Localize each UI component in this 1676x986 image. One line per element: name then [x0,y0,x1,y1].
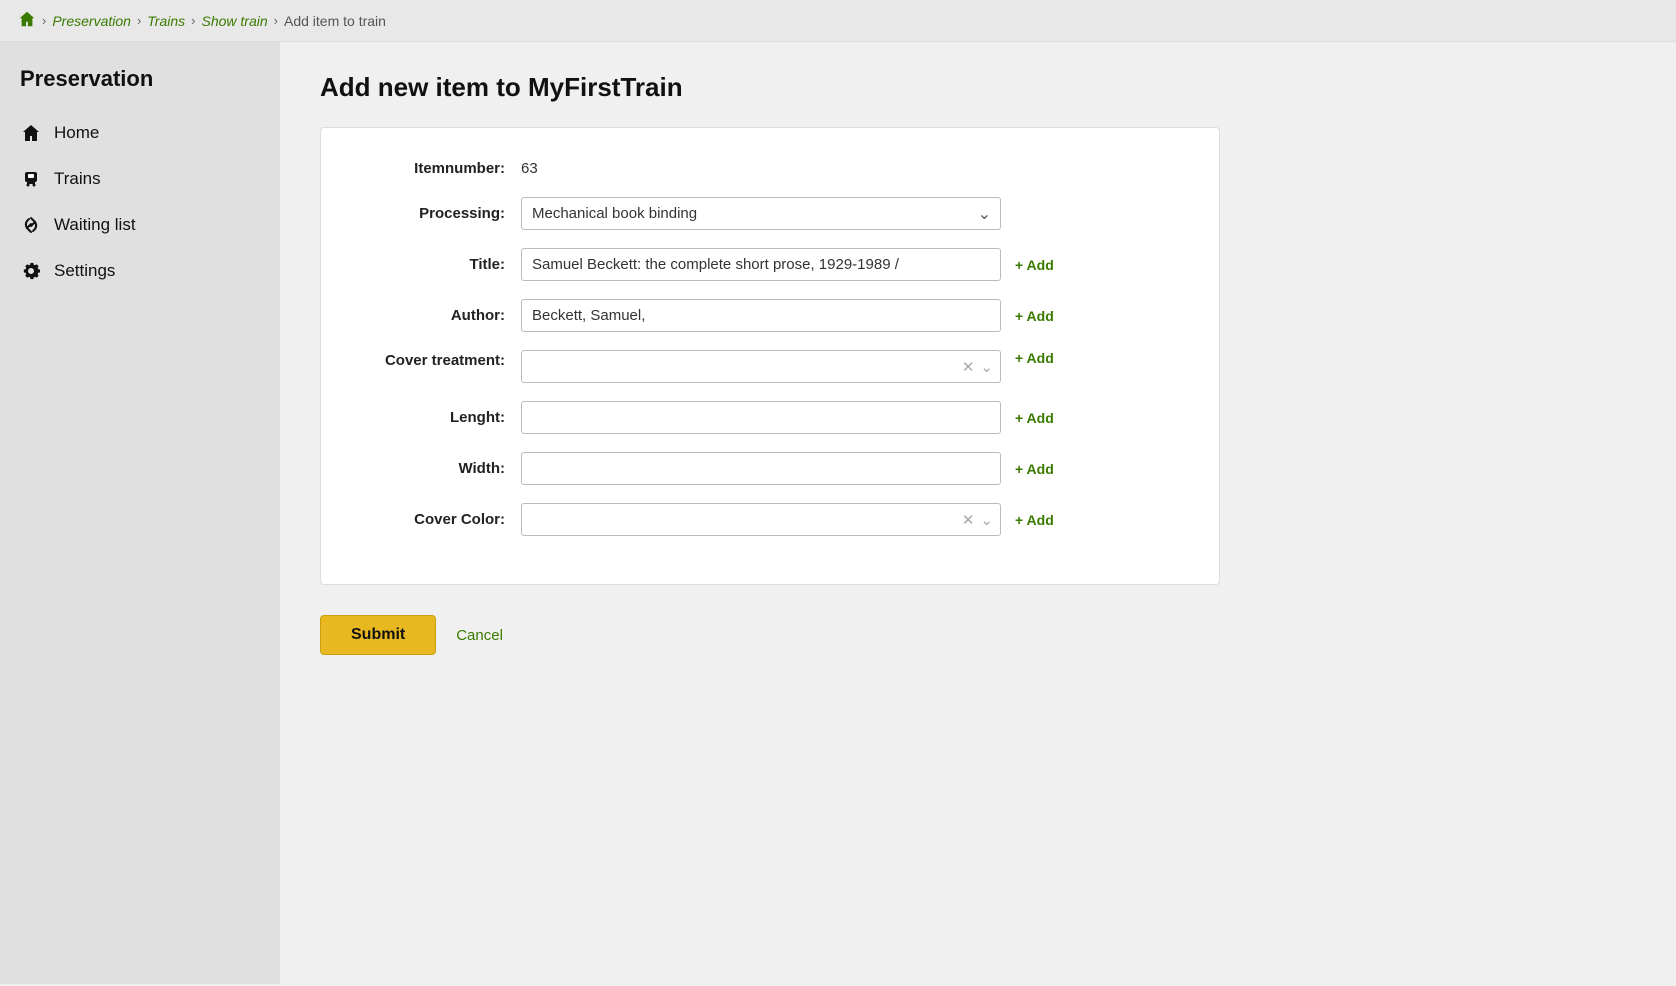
itemnumber-label: Itemnumber: [361,158,521,179]
cover-treatment-label: Cover treatment: [361,350,521,371]
page-title: Add new item to MyFirstTrain [320,72,1636,103]
title-row: Title: + Add [361,248,1179,281]
cancel-button[interactable]: Cancel [456,623,503,648]
processing-select[interactable]: Mechanical book binding Hand binding Dig… [521,197,1001,230]
author-label: Author: [361,305,521,326]
length-label: Lenght: [361,407,521,428]
title-input[interactable] [521,248,1001,281]
itemnumber-value: 63 [521,160,581,177]
cover-color-row: Cover Color: ✕ ⌄ + Add [361,503,1179,536]
breadcrumb-preservation[interactable]: Preservation [52,13,131,29]
cover-color-select-wrapper: ✕ ⌄ [521,503,1001,536]
width-add-link[interactable]: + Add [1015,461,1054,477]
itemnumber-row: Itemnumber: 63 [361,158,1179,179]
sidebar-item-trains-label: Trains [54,169,101,189]
breadcrumb-sep-2: › [137,13,141,28]
sidebar-item-settings-label: Settings [54,261,115,281]
sidebar-item-home-label: Home [54,123,99,143]
processing-label: Processing: [361,203,521,224]
processing-row: Processing: Mechanical book binding Hand… [361,197,1179,230]
sidebar-item-home[interactable]: Home [0,110,280,156]
length-input[interactable] [521,401,1001,434]
home-nav-icon [20,122,42,144]
cover-treatment-select[interactable] [521,350,1001,383]
cover-color-label: Cover Color: [361,509,521,530]
sidebar-item-waiting-list[interactable]: Waiting list [0,202,280,248]
breadcrumb-sep-1: › [42,13,46,28]
author-add-link[interactable]: + Add [1015,308,1054,324]
author-row: Author: + Add [361,299,1179,332]
sidebar-item-trains[interactable]: Trains [0,156,280,202]
cover-treatment-add-link[interactable]: + Add [1015,350,1054,366]
form-actions: Submit Cancel [320,615,1636,665]
title-label: Title: [361,254,521,275]
submit-button[interactable]: Submit [320,615,436,655]
length-add-link[interactable]: + Add [1015,410,1054,426]
cover-color-select[interactable] [521,503,1001,536]
app-layout: Preservation Home [0,42,1676,984]
breadcrumb-trains[interactable]: Trains [147,13,185,29]
train-nav-icon [20,168,42,190]
main-content: Add new item to MyFirstTrain Itemnumber:… [280,42,1676,984]
form-card: Itemnumber: 63 Processing: Mechanical bo… [320,127,1220,585]
sidebar-item-settings[interactable]: Settings [0,248,280,294]
sidebar-nav: Home Trains [0,110,280,294]
cover-treatment-row: Cover treatment: ✕ ⌄ + Add [361,350,1179,383]
breadcrumb: › Preservation › Trains › Show train › A… [0,0,1676,42]
sidebar: Preservation Home [0,42,280,984]
home-icon [18,10,36,28]
gear-nav-icon [20,260,42,282]
breadcrumb-sep-4: › [274,13,278,28]
width-row: Width: + Add [361,452,1179,485]
processing-select-wrapper: Mechanical book binding Hand binding Dig… [521,197,1001,230]
width-input[interactable] [521,452,1001,485]
sidebar-title: Preservation [0,42,280,110]
cover-color-add-link[interactable]: + Add [1015,512,1054,528]
title-add-link[interactable]: + Add [1015,257,1054,273]
length-row: Lenght: + Add [361,401,1179,434]
width-label: Width: [361,458,521,479]
recycle-nav-icon [20,214,42,236]
author-input[interactable] [521,299,1001,332]
sidebar-item-waiting-list-label: Waiting list [54,215,136,235]
breadcrumb-current: Add item to train [284,13,386,29]
cover-treatment-select-wrapper: ✕ ⌄ [521,350,1001,383]
breadcrumb-home-link[interactable] [18,10,36,31]
breadcrumb-show-train[interactable]: Show train [201,13,267,29]
breadcrumb-sep-3: › [191,13,195,28]
